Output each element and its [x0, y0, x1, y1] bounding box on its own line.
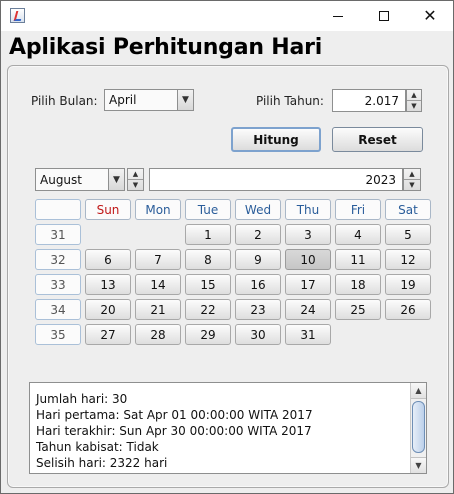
calendar-day[interactable]: 24	[285, 299, 331, 320]
result-line: Tahun kabisat: Tidak	[36, 440, 159, 454]
calendar-day[interactable]: 12	[385, 249, 431, 270]
result-textarea[interactable]: Jumlah hari: 30 Hari pertama: Sat Apr 01 …	[29, 382, 427, 474]
week-number: 32	[35, 249, 81, 270]
hitung-button[interactable]: Hitung	[231, 127, 321, 152]
week-number: 33	[35, 274, 81, 295]
week-number: 34	[35, 299, 81, 320]
title-bar: ✕	[1, 1, 453, 31]
year-spinner-buttons: ▲ ▼	[406, 89, 422, 112]
year-spinner-field[interactable]: 2.017	[332, 89, 406, 112]
calendar-day[interactable]: 30	[235, 324, 281, 345]
weekday-header-sat: Sat	[385, 199, 431, 220]
weekday-header-thu: Thu	[285, 199, 331, 220]
calendar-day[interactable]: 23	[235, 299, 281, 320]
weekday-header-fri: Fri	[335, 199, 381, 220]
close-button[interactable]: ✕	[407, 1, 453, 31]
month-select-value: April	[109, 93, 137, 107]
calendar-day[interactable]: 14	[135, 274, 181, 295]
result-line: Jumlah hari: 30	[36, 392, 128, 406]
calendar-year-value: 2023	[365, 172, 396, 187]
year-label: Pilih Tahun:	[256, 94, 324, 108]
week-number: 35	[35, 324, 81, 345]
close-icon: ✕	[423, 6, 437, 25]
month-label: Pilih Bulan:	[31, 94, 98, 108]
calendar-day[interactable]: 4	[335, 224, 381, 245]
calendar-day[interactable]: 15	[185, 274, 231, 295]
calendar-day[interactable]: 29	[185, 324, 231, 345]
weekday-header-mon: Mon	[135, 199, 181, 220]
calendar-year-field[interactable]: 2023	[149, 168, 403, 191]
calendar-corner-cell	[35, 199, 81, 220]
app-window: ✕ Aplikasi Perhitungan Hari Pilih Bulan:…	[0, 0, 454, 494]
chevron-down-icon[interactable]: ▼	[177, 90, 193, 110]
calendar-day[interactable]: 5	[385, 224, 431, 245]
calendar-day[interactable]: 25	[335, 299, 381, 320]
scroll-down-icon[interactable]: ▼	[411, 457, 426, 473]
calendar-day[interactable]: 13	[85, 274, 131, 295]
month-select[interactable]: April ▼	[104, 89, 194, 111]
spinner-down-icon[interactable]: ▼	[404, 179, 420, 190]
result-line: Hari pertama: Sat Apr 01 00:00:00 WITA 2…	[36, 408, 313, 422]
calendar-day[interactable]: 11	[335, 249, 381, 270]
calendar-day[interactable]: 18	[335, 274, 381, 295]
calendar-day[interactable]: 26	[385, 299, 431, 320]
result-line: Hari terakhir: Sun Apr 30 00:00:00 WITA …	[36, 424, 312, 438]
spinner-down-icon[interactable]: ▼	[407, 100, 421, 111]
spinner-down-icon[interactable]: ▼	[128, 179, 143, 190]
calendar-month-value: August	[40, 172, 82, 187]
maximize-icon	[379, 11, 389, 21]
calendar-day[interactable]: 21	[135, 299, 181, 320]
calendar-day[interactable]: 22	[185, 299, 231, 320]
calendar-day[interactable]: 19	[385, 274, 431, 295]
spinner-up-icon[interactable]: ▲	[128, 169, 143, 179]
calendar-month-stepper: ▲ ▼	[127, 168, 144, 191]
calendar-day[interactable]: 3	[285, 224, 331, 245]
weekday-header-tue: Tue	[185, 199, 231, 220]
spinner-up-icon[interactable]: ▲	[404, 169, 420, 179]
minimize-button[interactable]	[315, 1, 361, 31]
calendar-year-stepper: ▲ ▼	[403, 168, 421, 191]
vertical-scrollbar[interactable]: ▲ ▼	[410, 383, 426, 473]
calendar-day[interactable]: 2	[235, 224, 281, 245]
calendar-day[interactable]: 8	[185, 249, 231, 270]
calendar-day[interactable]: 17	[285, 274, 331, 295]
calendar-month-select[interactable]: August ▼	[35, 168, 125, 191]
maximize-button[interactable]	[361, 1, 407, 31]
spinner-up-icon[interactable]: ▲	[407, 90, 421, 100]
java-app-icon	[10, 8, 25, 23]
calendar-day[interactable]: 20	[85, 299, 131, 320]
calendar-day[interactable]: 7	[135, 249, 181, 270]
scrollbar-thumb[interactable]	[412, 401, 425, 453]
page-title: Aplikasi Perhitungan Hari	[9, 35, 323, 60]
calendar-day[interactable]: 9	[235, 249, 281, 270]
calendar-day[interactable]: 28	[135, 324, 181, 345]
weekday-header-wed: Wed	[235, 199, 281, 220]
result-text: Jumlah hari: 30 Hari pertama: Sat Apr 01 …	[36, 391, 404, 471]
calendar-day-selected[interactable]: 10	[285, 249, 331, 270]
calendar-day[interactable]: 27	[85, 324, 131, 345]
calendar-day[interactable]: 6	[85, 249, 131, 270]
weekday-header-sun: Sun	[85, 199, 131, 220]
scroll-up-icon[interactable]: ▲	[411, 383, 426, 399]
minimize-icon	[333, 15, 343, 17]
calendar-day[interactable]: 31	[285, 324, 331, 345]
calendar-day[interactable]: 16	[235, 274, 281, 295]
chevron-down-icon[interactable]: ▼	[108, 169, 124, 190]
calendar-day[interactable]: 1	[185, 224, 231, 245]
result-line: Selisih hari: 2322 hari	[36, 456, 168, 470]
reset-button[interactable]: Reset	[332, 127, 423, 152]
year-spinner-value: 2.017	[364, 93, 399, 108]
week-number: 31	[35, 224, 81, 245]
